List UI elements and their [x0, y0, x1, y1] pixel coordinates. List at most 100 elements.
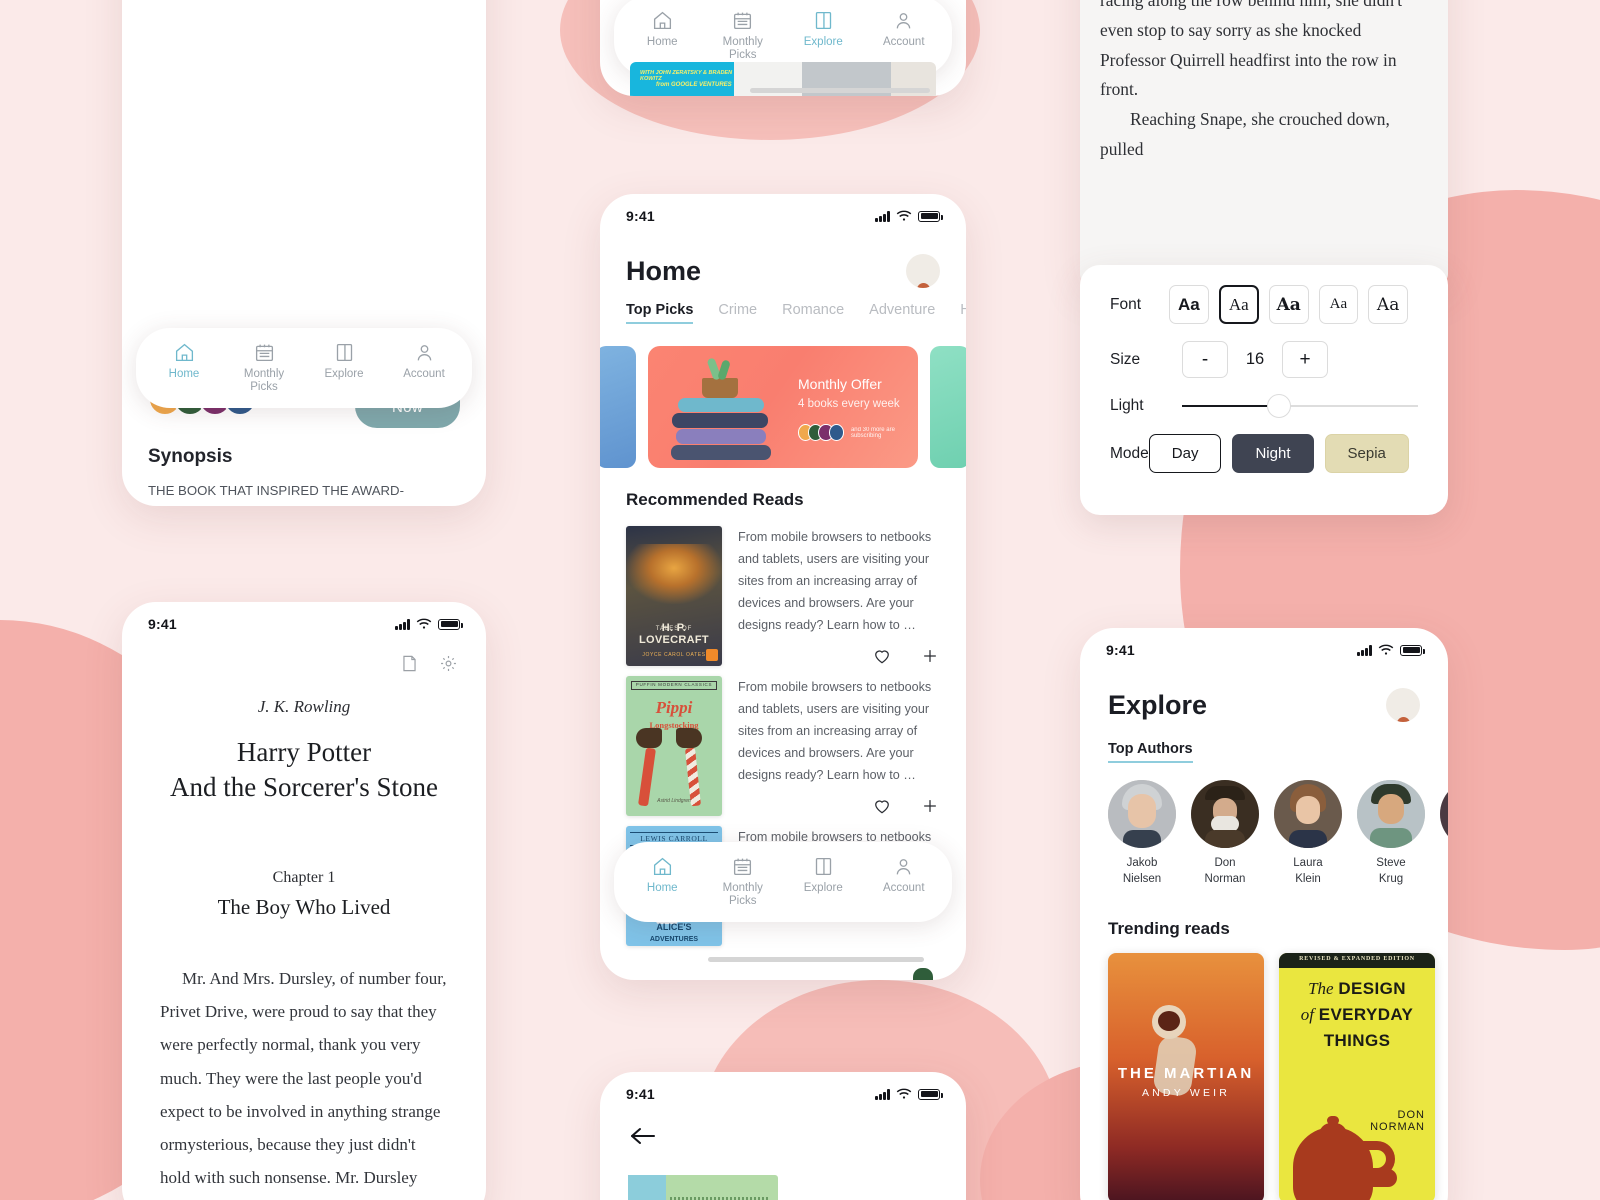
mode-sepia-button[interactable]: Sepia: [1324, 434, 1409, 473]
reader-text: Flint seized the Quaffle and scored five…: [1100, 0, 1428, 165]
tab-monthly-picks[interactable]: Monthly Picks: [703, 10, 784, 62]
font-option-serif-selected[interactable]: Aa: [1218, 285, 1259, 324]
tab-explore[interactable]: Explore: [783, 856, 864, 908]
category-tab-adventure[interactable]: Adventure: [869, 302, 935, 324]
book-reading-screen: 9:41 J. K. Rowling Harry Potter And the S…: [122, 602, 486, 1200]
book-open-icon: [815, 857, 831, 875]
book-open-icon: [815, 11, 831, 30]
size-decrease-button[interactable]: -: [1182, 341, 1228, 378]
reader-paragraph: Hermione had fought her way across to th…: [1100, 0, 1402, 100]
tab-explore[interactable]: Explore: [304, 342, 384, 394]
bottom-tabbar: Home Monthly Picks Explore Account: [614, 841, 952, 922]
signal-icon: [875, 1088, 890, 1100]
recommendation-row: TALES OF H. P. LOVECRAFT JOYCE CAROL OAT…: [600, 526, 966, 666]
audiobook-cover[interactable]: WITH JOHN ZERATSKY & BRADEN KOWITZ from …: [630, 62, 735, 96]
reader-paragraph: Reaching Snape, she crouched down, pulle…: [1100, 109, 1390, 160]
trending-title-the: The: [1308, 979, 1334, 999]
tab-label: Home: [646, 36, 678, 48]
tab-explore[interactable]: Explore: [783, 10, 864, 62]
section-title-recommended: Recommended Reads: [626, 490, 804, 509]
wifi-icon: [416, 618, 432, 629]
font-option-light[interactable]: Aa: [1318, 285, 1359, 324]
tab-label: Account: [882, 36, 925, 48]
size-setting-row: Size - 16 +: [1080, 341, 1448, 378]
book-author: J. K. Rowling: [257, 697, 351, 716]
font-option-book[interactable]: Aa: [1368, 285, 1408, 324]
tab-account[interactable]: Account: [384, 342, 464, 394]
profile-avatar[interactable]: [906, 254, 940, 980]
category-tab-romance[interactable]: Romance: [782, 302, 844, 324]
tab-account[interactable]: Account: [864, 856, 945, 908]
trending-list[interactable]: THE MARTIAN ANDY WEIR REVISED & EXPANDED…: [1080, 953, 1448, 1200]
status-time: 9:41: [148, 616, 177, 632]
brightness-slider[interactable]: [1182, 394, 1418, 418]
offer-carousel[interactable]: Monthly Offer 4 books every week and 30 …: [600, 346, 966, 468]
category-tab-horror[interactable]: Horror: [960, 302, 966, 324]
font-option-sans[interactable]: Aa: [1169, 285, 1209, 324]
book-cover[interactable]: PUFFIN MODERN CLASSICS Pippi Longstockin…: [626, 676, 722, 817]
cover-credit-line2: from GOOGLE VENTURES: [656, 82, 732, 88]
size-increase-button[interactable]: +: [1282, 341, 1328, 378]
scroll-indicator[interactable]: [708, 957, 924, 962]
battery-icon: [438, 618, 463, 630]
synopsis-body: THE BOOK THAT INSPIRED THE AWARD-WINNING…: [148, 483, 404, 498]
author-item[interactable]: Jakob Nielsen: [1108, 780, 1176, 887]
tab-label: Home: [646, 881, 678, 894]
heart-icon[interactable]: [872, 796, 892, 816]
author-item[interactable]: Steve Krug: [1357, 780, 1425, 887]
author-item[interactable]: Laura Klein: [1274, 780, 1342, 887]
trending-title-everyday: EVERYDAY: [1318, 1005, 1414, 1025]
status-time: 9:41: [626, 208, 655, 224]
calendar-icon: [255, 344, 273, 361]
author-item[interactable]: Sten H: [1440, 780, 1448, 887]
status-bar: 9:41: [1080, 628, 1448, 664]
offer-subtitle: 4 books every week: [798, 398, 900, 410]
chapter-title: The Boy Who Lived: [217, 895, 391, 920]
category-tab-crime[interactable]: Crime: [718, 302, 757, 324]
section-title-top-authors: Top Authors: [1108, 741, 1193, 763]
section-title-trending: Trending reads: [1108, 919, 1230, 939]
font-label: Font: [1110, 295, 1142, 313]
light-setting-row: Light: [1080, 394, 1448, 418]
carousel-card-previous[interactable]: [600, 346, 636, 468]
plus-icon[interactable]: [920, 796, 940, 816]
mode-day-button[interactable]: Day: [1148, 434, 1222, 473]
recommendation-row: PUFFIN MODERN CLASSICS Pippi Longstockin…: [600, 676, 966, 817]
book-cover[interactable]: [628, 1175, 938, 1200]
status-bar: 9:41: [600, 1072, 966, 1108]
trending-book-martian[interactable]: THE MARTIAN ANDY WEIR: [1108, 953, 1264, 1200]
book-cover[interactable]: TALES OF H. P. LOVECRAFT JOYCE CAROL OAT…: [626, 526, 722, 666]
heart-icon[interactable]: [872, 646, 892, 666]
category-tab-top-picks[interactable]: Top Picks: [626, 302, 694, 324]
tab-home[interactable]: Home: [144, 342, 224, 394]
tab-home[interactable]: Home: [622, 10, 703, 62]
tab-label: Monthly Picks: [243, 367, 285, 393]
plus-icon[interactable]: [920, 646, 940, 666]
gear-icon[interactable]: [439, 654, 458, 673]
font-option-slab[interactable]: Aa: [1268, 285, 1309, 324]
author-name: Sten H: [1440, 856, 1448, 887]
tab-account[interactable]: Account: [864, 10, 945, 62]
cover-author: Astrid Lindgren: [657, 798, 691, 805]
slider-knob[interactable]: [1266, 394, 1291, 418]
arrow-left-icon[interactable]: [628, 1124, 658, 1148]
author-name: Don Norman: [1204, 857, 1246, 885]
person-icon: [896, 858, 911, 874]
scroll-indicator[interactable]: [750, 88, 930, 93]
tab-monthly-picks[interactable]: Monthly Picks: [703, 856, 784, 908]
light-label: Light: [1110, 397, 1144, 414]
author-item[interactable]: Don Norman: [1191, 780, 1259, 887]
profile-avatar[interactable]: [1386, 688, 1420, 722]
book-body-text: Mr. And Mrs. Dursley, of number four, Pr…: [160, 969, 447, 1188]
mode-night-button[interactable]: Night: [1232, 434, 1314, 473]
trending-book-design[interactable]: REVISED & EXPANDED EDITION The DESIGN of…: [1279, 953, 1435, 1200]
cover-imprint: PUFFIN MODERN CLASSICS: [635, 682, 713, 688]
tab-monthly-picks[interactable]: Monthly Picks: [224, 342, 304, 394]
person-icon: [896, 13, 911, 29]
tab-home[interactable]: Home: [622, 856, 703, 908]
page-title: Explore: [1108, 689, 1208, 720]
carousel-card-next[interactable]: [930, 346, 966, 468]
authors-list[interactable]: Jakob Nielsen Don Norman Laura Klein Ste…: [1080, 780, 1448, 887]
monthly-offer-card[interactable]: Monthly Offer 4 books every week and 30 …: [648, 346, 918, 468]
bookmark-page-icon[interactable]: [400, 654, 419, 673]
